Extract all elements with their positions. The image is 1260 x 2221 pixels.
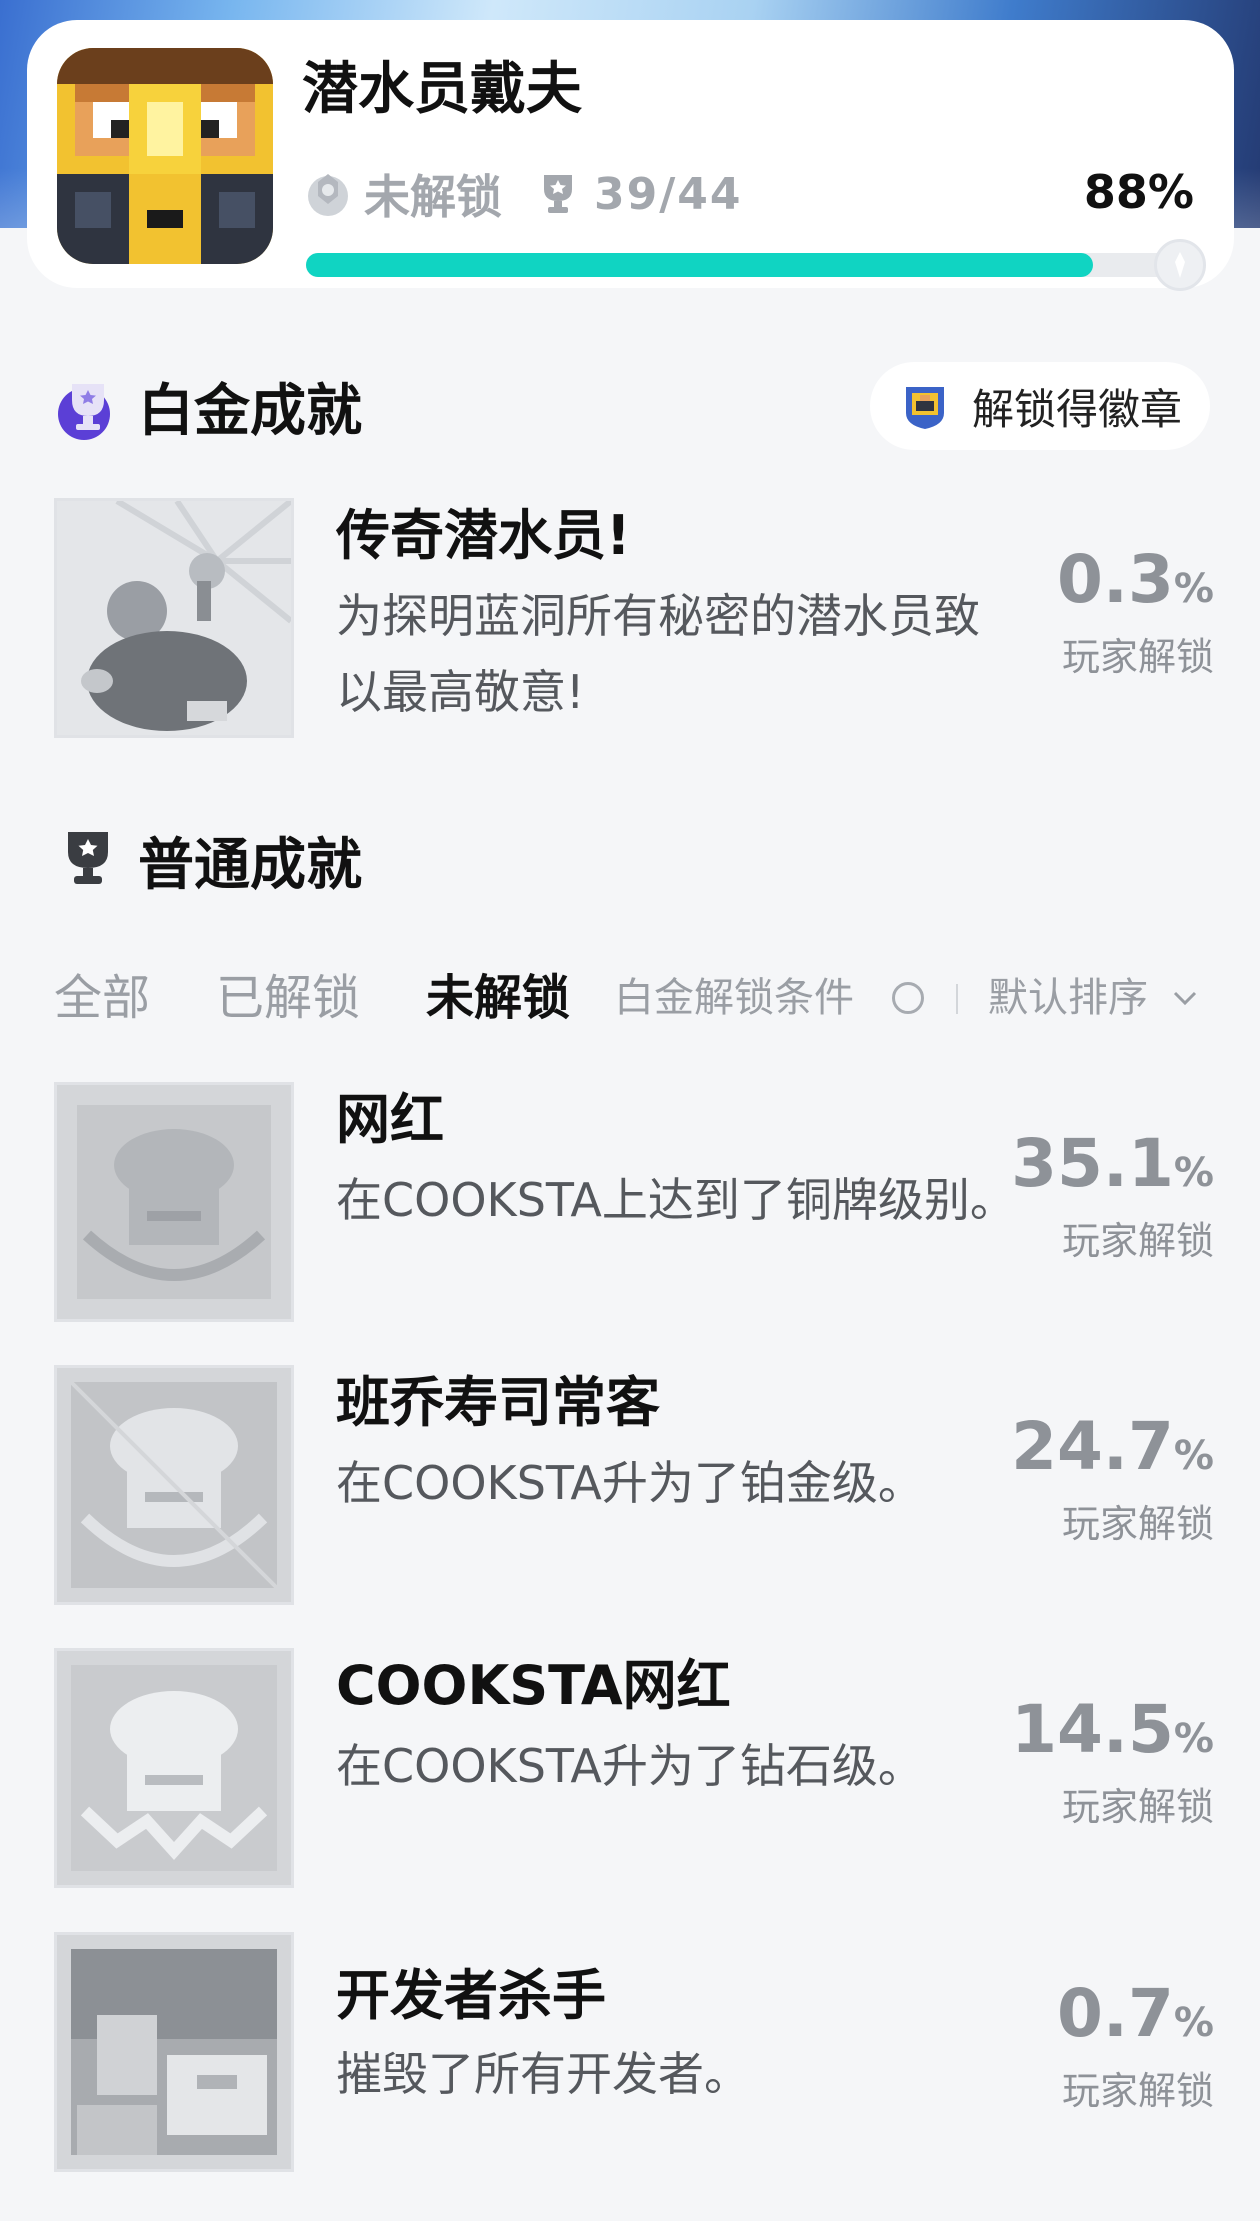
trophy-icon	[68, 832, 108, 884]
platinum-condition-radio[interactable]	[892, 982, 924, 1014]
tab-unlocked[interactable]: 已解锁	[216, 958, 360, 1038]
unlock-status: 未解锁	[364, 170, 502, 224]
game-title: 潜水员戴夫	[302, 57, 582, 122]
tab-all[interactable]: 全部	[54, 958, 150, 1038]
lock-badge-icon	[308, 174, 348, 216]
achievement-name: 开发者杀手	[336, 1964, 606, 2027]
divider	[956, 984, 958, 1014]
unlock-percent: 24.7%	[1011, 1408, 1214, 1485]
achievement-description: 在COOKSTA升为了钻石级。	[336, 1739, 924, 1793]
platinum-condition-toggle-label[interactable]: 白金解锁条件	[614, 958, 854, 1038]
achievement-name: 班乔寿司常客	[336, 1371, 660, 1434]
game-header-card: 潜水员戴夫 未解锁 39/44 88%	[27, 20, 1234, 291]
achievement-description: 摧毁了所有开发者。	[336, 2047, 750, 2101]
achievement-image	[54, 1082, 294, 1322]
achievement-description: 在COOKSTA上达到了铜牌级别。	[336, 1173, 1016, 1227]
unlock-percent: 35.1%	[1011, 1125, 1214, 1202]
platinum-section-title: 白金成就	[138, 379, 362, 444]
unlock-percent-label: 玩家解锁	[1061, 635, 1214, 679]
badge-icon	[906, 387, 944, 429]
achievement-name: COOKSTA网红	[336, 1654, 731, 1717]
achievement-image	[54, 498, 294, 738]
achievement-name: 传奇潜水员!	[336, 504, 631, 567]
chevron-down-icon[interactable]	[1172, 988, 1198, 1008]
progress-bar	[306, 239, 1206, 291]
unlock-percent-label: 玩家解锁	[1061, 2069, 1214, 2113]
achievement-description: 在COOKSTA升为了铂金级。	[336, 1456, 924, 1510]
unlock-percent-label: 玩家解锁	[1061, 1219, 1214, 1263]
trophy-count: 39/44	[594, 168, 743, 220]
achievement-image	[54, 1365, 294, 1605]
achievement-image	[54, 1648, 294, 1888]
unlock-badge-button[interactable]: 解锁得徽章	[870, 362, 1210, 450]
achievement-description: 为探明蓝洞所有秘密的潜水员致以最高敬意!	[336, 589, 980, 719]
filter-bar: 全部 已解锁 未解锁 白金解锁条件 默认排序	[54, 958, 1214, 1038]
status-row: 未解锁 39/44	[302, 160, 743, 228]
progress-end-icon	[1154, 239, 1206, 291]
normal-section-title: 普通成就	[138, 833, 362, 898]
unlock-percent: 14.5%	[1011, 1691, 1214, 1768]
trophy-icon	[544, 175, 572, 213]
achievement-row[interactable]: 开发者杀手 摧毁了所有开发者。 0.7% 玩家解锁	[54, 1932, 1214, 2176]
unlock-percent-label: 玩家解锁	[1061, 1502, 1214, 1546]
platinum-trophy-icon	[58, 384, 110, 440]
unlock-percent: 0.7%	[1057, 1975, 1214, 2052]
achievement-row[interactable]: 班乔寿司常客 在COOKSTA升为了铂金级。 24.7% 玩家解锁	[54, 1365, 1214, 1609]
platinum-achievement[interactable]: 传奇潜水员! 为探明蓝洞所有秘密的潜水员致以最高敬意! 0.3% 玩家解锁	[54, 498, 1214, 742]
game-icon[interactable]	[57, 48, 273, 264]
unlock-percent: 0.3%	[1057, 541, 1214, 618]
progress-fill	[306, 253, 1093, 277]
completion-percent: 88%	[1083, 165, 1194, 219]
achievement-row[interactable]: 网红 在COOKSTA上达到了铜牌级别。 35.1% 玩家解锁	[54, 1082, 1214, 1326]
achievement-row[interactable]: COOKSTA网红 在COOKSTA升为了钻石级。 14.5% 玩家解锁	[54, 1648, 1214, 1892]
achievement-image	[54, 1932, 294, 2172]
tab-locked[interactable]: 未解锁	[426, 958, 570, 1038]
sort-dropdown[interactable]: 默认排序	[988, 958, 1148, 1038]
unlock-percent-label: 玩家解锁	[1061, 1785, 1214, 1829]
achievement-name: 网红	[336, 1088, 444, 1151]
